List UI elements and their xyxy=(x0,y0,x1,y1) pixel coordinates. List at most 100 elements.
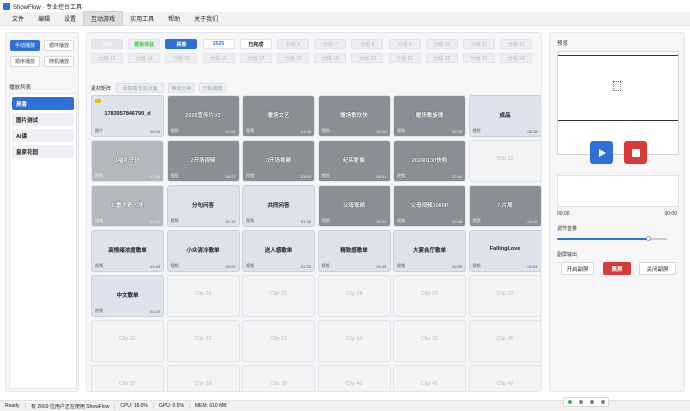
clip-cell[interactable]: 1783957846790_d 图片 00:05 xyxy=(91,95,164,137)
clip-cell[interactable]: FallingLove 视频 02:04 xyxy=(468,230,541,272)
tab-row1-11[interactable]: 分组 12 xyxy=(500,39,533,49)
tab-row2-7[interactable]: 分组 20 xyxy=(351,53,384,63)
clip-cell[interactable]: 高情绪浓度歌单 视频 01:49 xyxy=(91,230,164,272)
clip-cell[interactable]: Clip 28 xyxy=(317,275,391,317)
clip-title: Clip 37 xyxy=(118,381,137,387)
tab-row2-6[interactable]: 分组 19 xyxy=(314,53,347,63)
tab-row2-5[interactable]: 分组 18 xyxy=(277,53,309,63)
menu-interactive-games[interactable]: 互动游戏 xyxy=(83,11,124,26)
play-button[interactable] xyxy=(590,141,613,164)
menu-about[interactable]: 关于我们 xyxy=(187,12,225,25)
menu-edit[interactable]: 编辑 xyxy=(31,12,57,25)
clip-cell[interactable]: Clip 33 xyxy=(242,320,315,362)
tab-row1-7[interactable]: 分组 8 xyxy=(351,39,384,49)
clip-cell[interactable]: 20240130快剪 视频 07:44 xyxy=(393,140,466,182)
clip-cell[interactable]: 送人感歌单 视频 01:33 xyxy=(242,230,315,272)
clip-cell[interactable]: Clip 39 xyxy=(242,365,315,391)
clip-cell[interactable]: 小众清冷歌单 视频 00:23 xyxy=(166,230,240,272)
tab-row1-2[interactable]: 昊香 xyxy=(165,39,198,49)
tab-row2-2[interactable]: 分组 15 xyxy=(165,53,198,63)
clip-cell[interactable]: 中文歌单 视频 01:20 xyxy=(91,275,164,317)
clip-title: 暖场歌欢快 xyxy=(340,113,368,119)
stop-button[interactable] xyxy=(624,141,647,164)
tab-row2-11[interactable]: 分组 24 xyxy=(500,53,533,63)
menu-settings[interactable]: 设置 xyxy=(57,12,83,25)
playlist-item[interactable]: AI课 xyxy=(12,129,74,142)
tab-row2-3[interactable]: 分组 16 xyxy=(202,53,235,63)
network-icon[interactable] xyxy=(567,400,572,404)
playlist-item[interactable]: 昊香 xyxy=(12,97,74,110)
clip-cell[interactable]: Clip 37 xyxy=(91,365,164,391)
clip-cell[interactable]: 2026宣传片V2 视频 01:04 xyxy=(166,95,240,137)
sequential-play-button[interactable]: 顺序播放 xyxy=(10,56,40,67)
tab-row1-3[interactable]: 2025 xyxy=(202,39,235,49)
clip-duration: 06:23 xyxy=(225,174,236,179)
tab-row1-4[interactable]: 已完成 xyxy=(239,39,272,49)
close-second-screen-button[interactable]: 关闭副屏 xyxy=(639,262,676,275)
tab-row1-6[interactable]: 分组 7 xyxy=(314,39,347,49)
tab-row2-10[interactable]: 分组 23 xyxy=(463,53,495,63)
tab-row2-4[interactable]: 分组 17 xyxy=(239,53,272,63)
clip-cell[interactable]: Clip 36 xyxy=(468,320,541,362)
tab-row2-8[interactable]: 分组 21 xyxy=(388,53,421,63)
clip-cell[interactable]: 成品 视频 00:38 xyxy=(468,95,541,137)
open-second-screen-button[interactable]: 开启副屏 xyxy=(561,262,594,275)
clip-cell[interactable]: 父母视频 视频 01:49 xyxy=(317,185,391,227)
clip-cell[interactable]: Clip 26 xyxy=(166,275,240,317)
move-category-button[interactable]: 移动分类 xyxy=(168,83,195,93)
status-gpu: GPU: 0.5% xyxy=(154,403,190,409)
clip-cell[interactable]: 1唱礼开场 视频 01:46 xyxy=(91,140,164,182)
clip-cell[interactable]: Clip 30 xyxy=(468,275,541,317)
playlist-item[interactable]: 图片测试 xyxy=(12,113,74,126)
clip-cell[interactable]: 2开场视频 视频 06:23 xyxy=(166,140,240,182)
clip-cell[interactable]: Clip 41 xyxy=(393,365,466,391)
volume-slider-handle[interactable] xyxy=(646,236,651,241)
clip-cell[interactable]: 7.片尾 视频 02:19 xyxy=(468,185,541,227)
volume-icon[interactable] xyxy=(578,400,583,404)
clip-cell[interactable]: Clip 34 xyxy=(317,320,391,362)
manual-play-button[interactable]: 手动播放 xyxy=(10,40,40,51)
clip-cell[interactable]: Clip 42 xyxy=(468,365,541,391)
clip-cell[interactable]: 大宴会厅歌单 视频 02:09 xyxy=(393,230,466,272)
settings-icon[interactable] xyxy=(589,400,594,404)
clip-title: Clip 38 xyxy=(194,381,212,387)
black-screen-button[interactable]: 黑屏 xyxy=(603,262,631,275)
clip-cell[interactable]: 共同问答 视频 01:35 xyxy=(242,185,315,227)
clip-cell[interactable]: Clip 12 xyxy=(468,140,541,182)
clip-cell[interactable]: Clip 31 xyxy=(91,320,164,362)
tab-row1-0[interactable]: 测试 xyxy=(91,39,123,49)
clip-cell[interactable]: 暖场文艺 视频 01:39 xyxy=(242,95,315,137)
clip-cell[interactable]: 3开场视频 视频 03:03 xyxy=(242,140,315,182)
clip-cell[interactable]: 精致感歌单 视频 01:45 xyxy=(317,230,391,272)
clip-cell[interactable]: Clip 29 xyxy=(393,275,466,317)
clip-cell[interactable]: Clip 38 xyxy=(166,365,240,391)
menu-help[interactable]: 帮助 xyxy=(161,12,187,25)
tab-row2-9[interactable]: 分组 22 xyxy=(425,53,458,63)
tab-row1-10[interactable]: 分组 11 xyxy=(463,39,495,49)
add-to-page-button[interactable]: 添加载当前页面 xyxy=(116,83,164,93)
random-play-button[interactable]: 随机播放 xyxy=(44,56,74,67)
clip-cell[interactable]: 5.重大奇入场 视频 01:44 xyxy=(91,185,164,227)
clip-cell[interactable]: 暖场歌旋律 视频 02:23 xyxy=(393,95,466,137)
tab-row1-1[interactable]: 模板体验 xyxy=(128,39,161,49)
tab-row1-8[interactable]: 分组 9 xyxy=(388,39,421,49)
menu-tools[interactable]: 实用工具 xyxy=(123,12,161,25)
clip-cell[interactable]: Clip 35 xyxy=(393,320,466,362)
clip-cell[interactable]: Clip 40 xyxy=(317,365,391,391)
multitrack-play-button[interactable]: 分轨播放 xyxy=(199,83,226,93)
notification-icon[interactable] xyxy=(600,400,605,404)
playlist-item[interactable]: 皇家花园 xyxy=(12,145,74,158)
audio-waveform[interactable] xyxy=(557,175,679,207)
tab-row2-1[interactable]: 分组 14 xyxy=(128,53,161,63)
clip-cell[interactable]: 父母视频1080P 视频 02:48 xyxy=(393,185,466,227)
tab-row1-5[interactable]: 分组 6 xyxy=(277,39,309,49)
clip-cell[interactable]: Clip 32 xyxy=(166,320,240,362)
loop-play-button[interactable]: 循环播放 xyxy=(44,40,74,51)
clip-cell[interactable]: 暖场歌欢快 视频 02:16 xyxy=(317,95,391,137)
tab-row1-9[interactable]: 分组 10 xyxy=(425,39,458,49)
clip-cell[interactable]: 纪实影像 视频 00:31 xyxy=(317,140,391,182)
clip-cell[interactable]: Clip 27 xyxy=(242,275,315,317)
menu-file[interactable]: 文件 xyxy=(5,12,31,25)
clip-cell[interactable]: 分句问答 视频 01:12 xyxy=(166,185,240,227)
tab-row2-0[interactable]: 分组 13 xyxy=(91,53,123,63)
